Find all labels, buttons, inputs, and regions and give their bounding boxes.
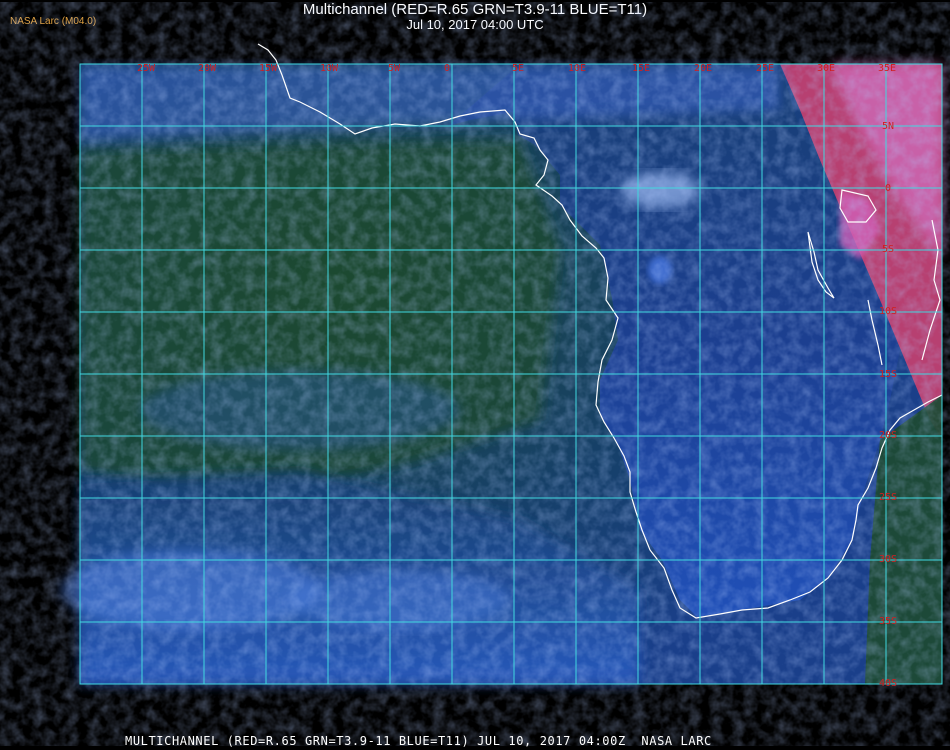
latitude-label: 25S bbox=[879, 492, 897, 503]
latitude-label: 0 bbox=[885, 183, 891, 194]
latitude-label: 5N bbox=[882, 121, 894, 132]
latitude-label: 10S bbox=[879, 306, 897, 317]
latitude-label: 20S bbox=[879, 430, 897, 441]
longitude-label: 20W bbox=[198, 63, 217, 74]
longitude-label: 10W bbox=[320, 63, 339, 74]
longitude-label: 5E bbox=[512, 63, 524, 74]
longitude-label: 35E bbox=[878, 63, 896, 74]
longitude-label: 30E bbox=[817, 63, 835, 74]
imagery bbox=[60, 64, 942, 726]
longitude-label: 25W bbox=[137, 63, 156, 74]
satellite-map[interactable]: 25W 20W 15W 10W 5W 0 5E 10E 15E 20E 25E 30E 35E 5N 0 5… bbox=[0, 0, 950, 750]
longitude-label: 20E bbox=[694, 63, 712, 74]
longitude-label: 15E bbox=[632, 63, 650, 74]
longitude-label: 10E bbox=[568, 63, 586, 74]
latitude-label: 5S bbox=[882, 244, 894, 255]
longitude-label: 0 bbox=[444, 63, 450, 74]
longitude-label: 25E bbox=[756, 63, 774, 74]
latitude-label: 15S bbox=[879, 369, 897, 380]
latitude-label: 30S bbox=[879, 554, 897, 565]
longitude-label: 5W bbox=[388, 63, 401, 74]
latitude-label: 40S bbox=[879, 678, 897, 689]
longitude-label: 15W bbox=[259, 63, 278, 74]
latitude-label: 35S bbox=[879, 616, 897, 627]
footer-caption: MULTICHANNEL (RED=R.65 GRN=T3.9-11 BLUE=… bbox=[125, 734, 712, 748]
